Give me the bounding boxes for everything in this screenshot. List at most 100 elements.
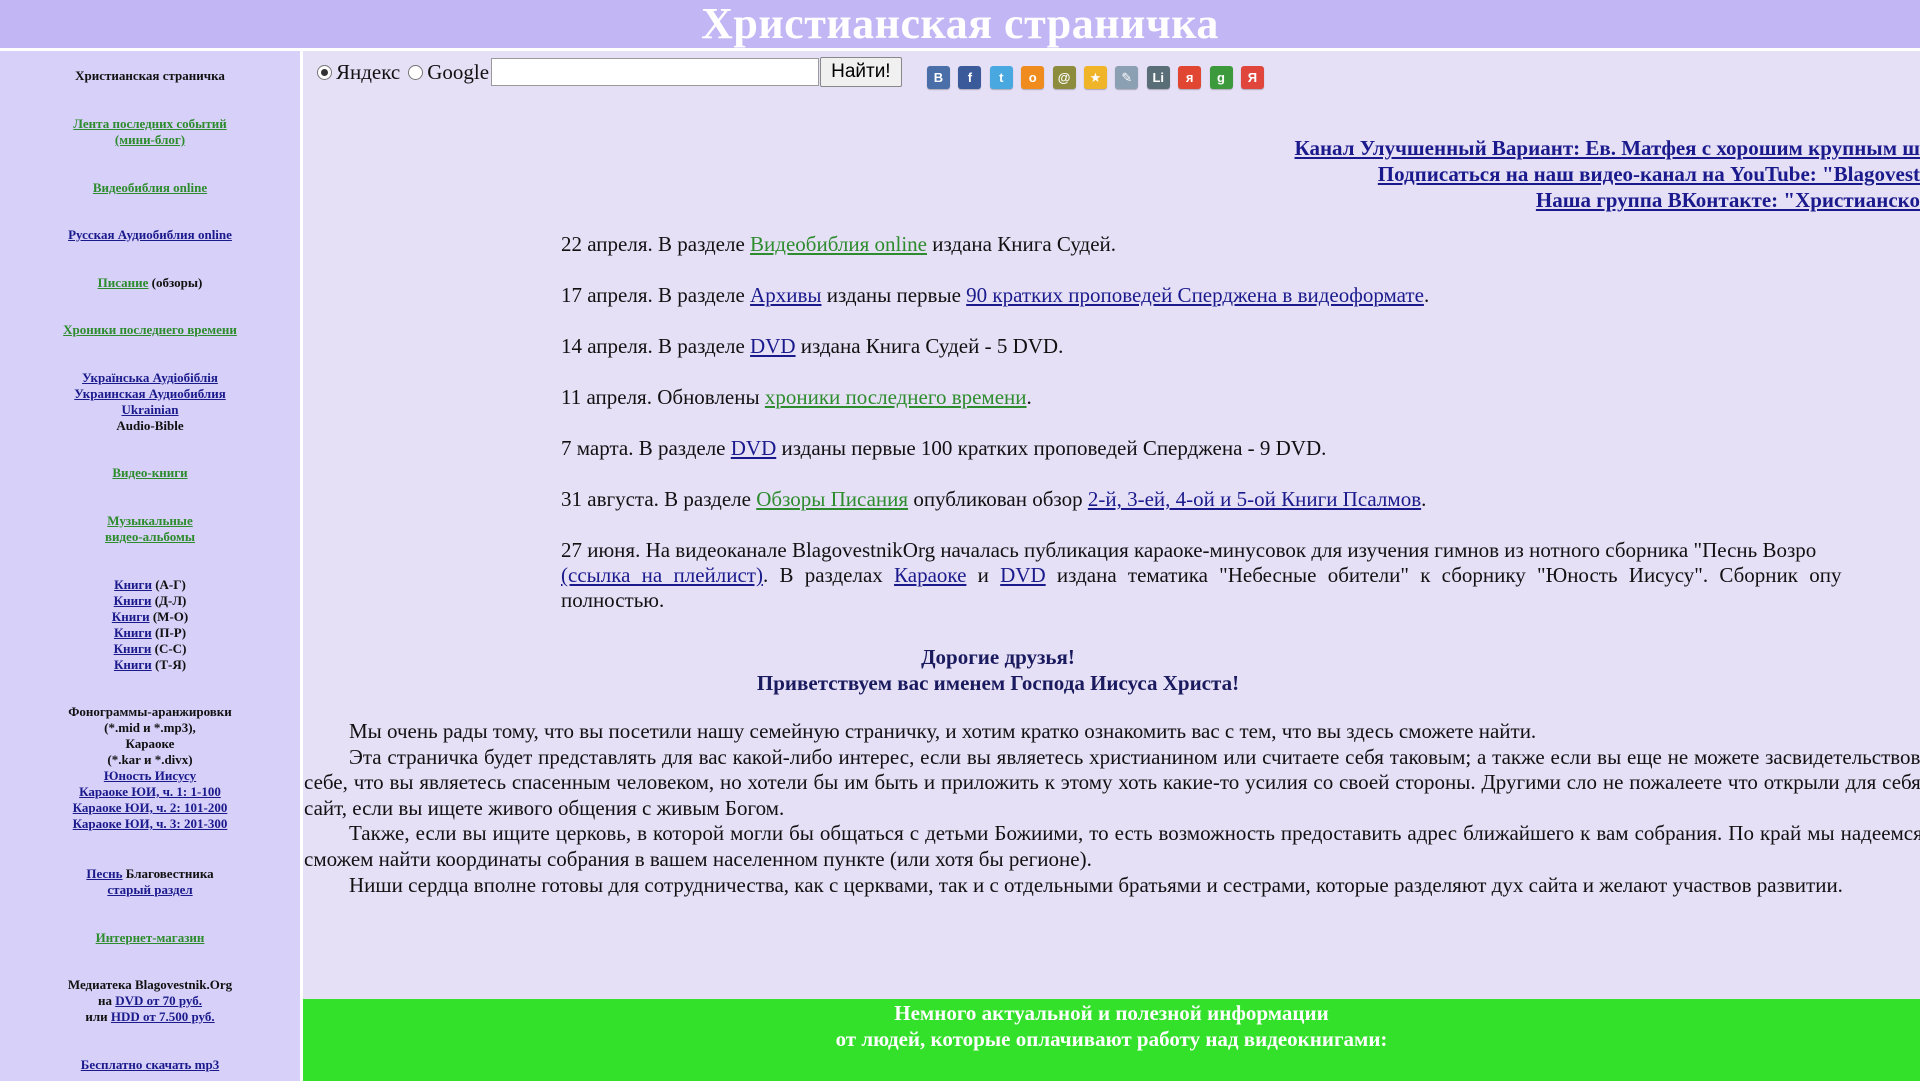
news-link-karaoke[interactable]: Караоке — [894, 563, 966, 587]
banner-line: Немного актуальной и полезной информации — [894, 1001, 1329, 1025]
radio-yandex[interactable] — [317, 64, 332, 80]
link-vk-group[interactable]: Наша группа ВКонтакте: "Христианско — [1536, 188, 1920, 212]
bookmark-star-icon[interactable]: ★ — [1083, 66, 1107, 89]
news-item: 14 апреля. В разделе DVD издана Книга Су… — [561, 334, 1063, 359]
news-text: 22 апреля. В разделе — [561, 232, 751, 256]
sidebar-link-karaoke-1[interactable]: Караоке ЮИ, ч. 1: 1-100 — [79, 784, 221, 799]
sidebar-link-hdd[interactable]: HDD от 7.500 руб. — [111, 1009, 215, 1024]
sidebar-books-list: Книги (А-Г) Книги (Д-Л) Книги (М-О) Книг… — [0, 577, 300, 673]
twitter-icon[interactable]: t — [989, 66, 1013, 89]
sidebar-link-books[interactable]: Книги — [114, 657, 152, 672]
sidebar-item-free-mp3[interactable]: Бесплатно скачать mp3 — [0, 1057, 300, 1073]
news-text: 27 июня. На видеоканале BlagovestnikOrg … — [561, 538, 1817, 562]
sidebar-item-videobooks[interactable]: Видео-книги — [0, 465, 300, 481]
sidebar-books-range: (Т-Я) — [151, 657, 187, 672]
sidebar-nav: Христианская страничка Лента последних с… — [0, 51, 303, 1081]
news-link-psalms[interactable]: 2-й, 3-ей, 4-ой и 5-ой Книги Псалмов — [1088, 487, 1421, 511]
sidebar-link-chronicles[interactable]: Хроники последнего времени — [63, 322, 237, 337]
liveinternet-icon[interactable]: Li — [1146, 66, 1170, 89]
sidebar-phono-formats: (*.mid и *.mp3), — [104, 720, 196, 735]
search-button[interactable]: Найти! — [820, 57, 902, 87]
news-link-archives[interactable]: Архивы — [750, 283, 821, 307]
sidebar-link-scripture[interactable]: Писание — [98, 275, 149, 290]
news-link-dvd[interactable]: DVD — [750, 334, 796, 358]
news-text: полностью. — [561, 588, 665, 612]
sidebar-link-books[interactable]: Книги — [112, 609, 150, 624]
sidebar-link-ukr-audiobible[interactable]: Українська Аудіобіблія — [82, 370, 218, 385]
news-text: 7 марта. В разделе — [561, 436, 731, 460]
intro-paragraph: Также, если вы ищите церковь, в которой … — [304, 821, 1920, 871]
sidebar-item-chronicles[interactable]: Хроники последнего времени — [0, 322, 300, 338]
site-header: Христианская страничка — [0, 0, 1920, 51]
news-text: . — [1026, 385, 1032, 409]
facebook-icon[interactable]: f — [958, 66, 982, 89]
sidebar-scripture-suffix: (обзоры) — [148, 275, 203, 290]
mailru-icon[interactable]: @ — [1052, 66, 1076, 89]
news-link-videobible[interactable]: Видеобиблия online — [750, 232, 927, 256]
news-text: опубликован обзор — [908, 487, 1088, 511]
link-channel-matthew[interactable]: Канал Улучшенный Вариант: Ев. Матфея с х… — [1295, 136, 1920, 160]
sidebar-link-ukr-audiobible-ru[interactable]: Украинская Аудиобиблия — [74, 386, 226, 401]
intro-paragraph: Ниши сердца вполне готовы для сотрудниче… — [349, 872, 1843, 897]
sidebar-item-feed[interactable]: Лента последних событий (мини-блог) — [0, 116, 300, 148]
sidebar-item-videobible[interactable]: Видеобиблия online — [0, 180, 300, 196]
news-text: . — [1423, 283, 1430, 307]
vk-icon[interactable]: B — [927, 66, 950, 89]
moikrug-icon[interactable]: я — [1178, 66, 1202, 89]
odnoklassniki-icon[interactable]: o — [1021, 66, 1045, 89]
sidebar-link-feed[interactable]: Лента последних событий (мини-блог) — [73, 116, 226, 147]
sidebar-link-ukrainian[interactable]: Ukrainian — [121, 402, 178, 417]
google-icon[interactable]: g — [1209, 66, 1233, 89]
sidebar-item-shops[interactable]: Интернет-магазин — [0, 930, 300, 946]
sidebar-link-song[interactable]: Песнь — [86, 866, 122, 881]
sidebar-link-books[interactable]: Книги — [114, 625, 152, 640]
yandex-icon[interactable]: Я — [1240, 66, 1264, 89]
sidebar-books-row: Книги (Д-Л) — [0, 593, 300, 609]
news-link-scripture-reviews[interactable]: Обзоры Писания — [756, 487, 908, 511]
sidebar-books-row: Книги (А-Г) — [0, 577, 300, 593]
sidebar-link-shops[interactable]: Интернет-магазин — [96, 930, 205, 945]
news-text: 14 апреля. В разделе — [561, 334, 751, 358]
sidebar-link-videobooks[interactable]: Видео-книги — [112, 465, 187, 480]
top-links: Канал Улучшенный Вариант: Ев. Матфея с х… — [1295, 135, 1920, 213]
news-link-playlist[interactable]: (ссылка на плейлист) — [561, 563, 763, 587]
sidebar-link-free-mp3[interactable]: Бесплатно скачать mp3 — [81, 1057, 219, 1072]
sidebar-link-audiobible[interactable]: Русская Аудиобиблия online — [68, 227, 232, 242]
sidebar-link-old-section[interactable]: старый раздел — [107, 882, 192, 897]
news-text: . — [1421, 487, 1427, 511]
sponsor-banner: Немного актуальной и полезной информации… — [303, 999, 1920, 1081]
radio-yandex-label: Яндекс — [336, 59, 401, 84]
sidebar-link-youth[interactable]: Юность Иисусу — [104, 768, 196, 783]
news-line: (ссылка на плейлист). В разделах Караоке… — [561, 563, 1841, 588]
sidebar-link-dvd[interactable]: DVD от 70 руб. — [115, 993, 202, 1008]
sidebar-books-range: (М-О) — [149, 609, 189, 624]
sidebar-link-music-albums[interactable]: видео-альбомы — [105, 529, 195, 544]
sidebar-item-media: Медиатека Blagovestnik.Org на DVD от 70 … — [0, 977, 300, 1025]
sidebar-item-audiobible[interactable]: Русская Аудиобиблия online — [0, 227, 300, 243]
search-input[interactable] — [491, 58, 820, 86]
news-item: 22 апреля. В разделе Видеобиблия online … — [561, 232, 1116, 257]
sidebar-song-suffix: Благовестника — [122, 866, 214, 881]
sidebar-link-books[interactable]: Книги — [114, 641, 152, 656]
radio-google-label: Google — [427, 59, 490, 84]
news-item: 27 июня. На видеоканале BlagovestnikOrg … — [561, 538, 1841, 613]
sidebar-books-range: (П-Р) — [151, 625, 187, 640]
link-youtube-subscribe[interactable]: Подписаться на наш видео-канал на YouTub… — [1378, 162, 1920, 186]
news-link-dvd[interactable]: DVD — [731, 436, 777, 460]
sidebar-karaoke-label: Караоке — [125, 736, 175, 751]
livejournal-icon[interactable]: ✎ — [1115, 66, 1139, 89]
news-link-chronicles[interactable]: хроники последнего времени — [765, 385, 1027, 409]
sidebar-link-books[interactable]: Книги — [114, 577, 152, 592]
news-link-dvd[interactable]: DVD — [1000, 563, 1046, 587]
sidebar-books-row: Книги (П-Р) — [0, 625, 300, 641]
news-link-spurgeon-video[interactable]: 90 кратких проповедей Сперджена в видеоф… — [966, 283, 1424, 307]
news-text: издана Книга Судей - 5 DVD. — [795, 334, 1064, 358]
greeting-line: Дорогие друзья! — [921, 645, 1075, 669]
sidebar-books-range: (Д-Л) — [151, 593, 187, 608]
sidebar-link-karaoke-2[interactable]: Караоке ЮИ, ч. 2: 101-200 — [73, 800, 228, 815]
sidebar-link-music[interactable]: Музыкальные — [107, 513, 192, 528]
radio-google[interactable] — [408, 64, 424, 80]
sidebar-link-karaoke-3[interactable]: Караоке ЮИ, ч. 3: 201-300 — [73, 816, 228, 831]
sidebar-link-books[interactable]: Книги — [114, 593, 152, 608]
sidebar-link-videobible[interactable]: Видеобиблия online — [93, 180, 207, 195]
